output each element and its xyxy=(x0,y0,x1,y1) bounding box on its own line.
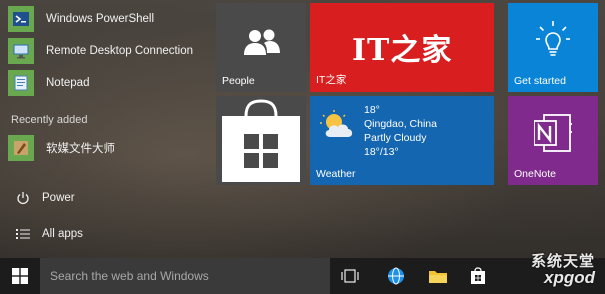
notepad-icon xyxy=(8,70,34,96)
file-explorer-icon xyxy=(429,271,447,283)
app-item-notepad[interactable]: Notepad xyxy=(8,69,208,97)
app-item-file-master[interactable]: 软媒文件大师 xyxy=(8,134,208,162)
app-item-label: Windows PowerShell xyxy=(46,13,155,25)
power-icon xyxy=(14,189,32,207)
search-box[interactable]: Search the web and Windows xyxy=(40,258,330,294)
power-button[interactable]: Power xyxy=(14,187,75,209)
tile-label: People xyxy=(222,75,255,87)
list-icon xyxy=(14,225,32,243)
onenote-icon xyxy=(533,112,572,159)
tile-onenote[interactable]: OneNote xyxy=(508,96,598,185)
app-item-label: Remote Desktop Connection xyxy=(46,45,194,57)
edge-browser-icon xyxy=(388,267,404,285)
all-apps-label: All apps xyxy=(42,228,83,240)
watermark-line2: xpgod xyxy=(544,268,595,287)
tile-store[interactable] xyxy=(216,96,306,185)
task-view-button[interactable] xyxy=(336,262,364,290)
ithome-logo: IT之家 xyxy=(352,33,453,68)
tile-weather[interactable]: 18° Qingdao, China Partly Cloudy 18°/13°… xyxy=(310,96,494,185)
people-icon xyxy=(243,27,281,62)
tile-people[interactable]: People xyxy=(216,3,306,92)
edge-browser-button[interactable] xyxy=(382,262,410,290)
search-placeholder: Search the web and Windows xyxy=(50,269,209,283)
tile-get-started[interactable]: Get started xyxy=(508,3,598,92)
power-label: Power xyxy=(42,192,75,204)
app-item-remote-desktop[interactable]: Remote Desktop Connection xyxy=(8,37,208,65)
app-item-label: 软媒文件大师 xyxy=(46,143,115,155)
lightbulb-icon xyxy=(536,21,570,64)
start-icon xyxy=(12,268,28,284)
file-explorer-button[interactable] xyxy=(424,262,452,290)
partly-cloudy-icon xyxy=(320,110,356,145)
file-master-icon xyxy=(8,135,34,161)
weather-temperature: 18° xyxy=(364,104,380,116)
store-bag-icon xyxy=(218,98,304,185)
site-watermark: 系统天堂 xpgod xyxy=(451,248,601,292)
tile-label: OneNote xyxy=(514,168,557,180)
tile-label: IT之家 xyxy=(316,74,347,86)
weather-condition: Partly Cloudy xyxy=(364,132,427,144)
tile-label: Weather xyxy=(316,168,356,180)
tile-label: Get started xyxy=(514,75,566,87)
tile-ithome[interactable]: IT之家 IT之家 xyxy=(310,3,494,92)
app-item-powershell[interactable]: Windows PowerShell xyxy=(8,5,208,33)
weather-range: 18°/13° xyxy=(364,146,399,158)
task-view-icon xyxy=(341,269,359,283)
all-apps-button[interactable]: All apps xyxy=(14,223,83,245)
powershell-icon xyxy=(8,6,34,32)
app-item-label: Notepad xyxy=(46,77,90,89)
weather-city: Qingdao, China xyxy=(364,118,437,130)
start-menu-app-list: Windows PowerShell Remote Desktop Connec… xyxy=(0,0,212,258)
start-button[interactable] xyxy=(0,258,40,294)
remote-desktop-icon xyxy=(8,38,34,64)
recently-added-heading: Recently added xyxy=(11,114,88,126)
